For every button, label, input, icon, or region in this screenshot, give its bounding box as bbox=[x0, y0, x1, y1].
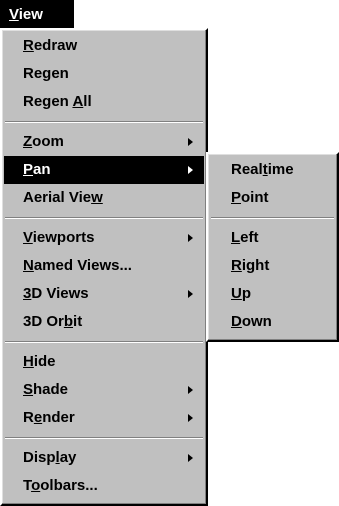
menu-item-label: Pan bbox=[23, 161, 51, 178]
menu-item-named-views[interactable]: Named Views... bbox=[4, 252, 204, 280]
menu-item-viewports[interactable]: Viewports bbox=[4, 224, 204, 252]
menu-item-toolbars[interactable]: Toolbars... bbox=[4, 472, 204, 500]
menu-item-render[interactable]: Render bbox=[4, 404, 204, 432]
menu-item-label: Left bbox=[231, 229, 259, 246]
submenu-item-right[interactable]: Right bbox=[210, 252, 335, 280]
menu-item-label: Regen All bbox=[23, 93, 92, 110]
menu-item-label: Hide bbox=[23, 353, 56, 370]
submenu-item-down[interactable]: Down bbox=[210, 308, 335, 336]
submenu-item-point[interactable]: Point bbox=[210, 184, 335, 212]
menu-item-label: Right bbox=[231, 257, 270, 274]
submenu-arrow-icon bbox=[188, 234, 193, 242]
menu-item-label: 3D Views bbox=[23, 285, 89, 302]
menu-item-3d-orbit[interactable]: 3D Orbit bbox=[4, 308, 204, 336]
submenu-arrow-icon bbox=[188, 386, 193, 394]
menu-item-label: Toolbars... bbox=[23, 477, 98, 494]
menu-item-label: Display bbox=[23, 449, 77, 466]
menu-separator bbox=[5, 341, 203, 343]
pan-submenu: Realtime Point Left Right Up Down bbox=[206, 152, 339, 342]
menu-separator bbox=[5, 217, 203, 219]
submenu-arrow-icon bbox=[188, 454, 193, 462]
submenu-arrow-icon bbox=[188, 138, 193, 146]
menu-item-label: Aerial View bbox=[23, 189, 103, 206]
menu-item-redraw[interactable]: Redraw bbox=[4, 32, 204, 60]
menu-item-label: Shade bbox=[23, 381, 69, 398]
menu-item-regen[interactable]: Regen bbox=[4, 60, 204, 88]
menu-item-display[interactable]: Display bbox=[4, 444, 204, 472]
menu-separator bbox=[5, 437, 203, 439]
submenu-item-left[interactable]: Left bbox=[210, 224, 335, 252]
menu-item-label: Point bbox=[231, 189, 269, 206]
submenu-item-up[interactable]: Up bbox=[210, 280, 335, 308]
menu-item-label: Down bbox=[231, 313, 272, 330]
menu-item-hide[interactable]: Hide bbox=[4, 348, 204, 376]
submenu-arrow-icon bbox=[188, 414, 193, 422]
menu-item-3d-views[interactable]: 3D Views bbox=[4, 280, 204, 308]
view-menu-title[interactable]: View bbox=[0, 0, 74, 28]
menu-item-label: 3D Orbit bbox=[23, 313, 83, 330]
menu-item-label: Viewports bbox=[23, 229, 95, 246]
menu-item-shade[interactable]: Shade bbox=[4, 376, 204, 404]
menu-separator bbox=[5, 121, 203, 123]
view-menu-title-label: View bbox=[9, 5, 43, 23]
menu-item-regen-all[interactable]: Regen All bbox=[4, 88, 204, 116]
view-dropdown-menu: Redraw Regen Regen All Zoom Pan Aerial V… bbox=[0, 28, 208, 506]
menu-separator bbox=[211, 217, 334, 219]
menu-item-aerial-view[interactable]: Aerial View bbox=[4, 184, 204, 212]
menu-item-label: Named Views... bbox=[23, 257, 132, 274]
submenu-arrow-icon bbox=[188, 166, 193, 174]
menu-item-label: Redraw bbox=[23, 37, 78, 54]
menu-item-label: Up bbox=[231, 285, 252, 302]
menu-item-label: Regen bbox=[23, 65, 69, 82]
menu-item-label: Render bbox=[23, 409, 75, 426]
menu-item-zoom[interactable]: Zoom bbox=[4, 128, 204, 156]
menu-item-pan[interactable]: Pan bbox=[4, 156, 204, 184]
submenu-arrow-icon bbox=[188, 290, 193, 298]
submenu-item-realtime[interactable]: Realtime bbox=[210, 156, 335, 184]
menu-item-label: Realtime bbox=[231, 161, 294, 178]
menu-item-label: Zoom bbox=[23, 133, 64, 150]
